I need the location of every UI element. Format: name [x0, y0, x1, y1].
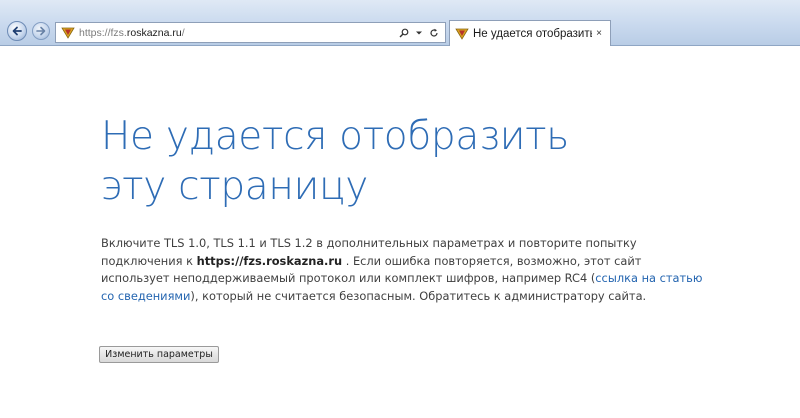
back-arrow-icon [12, 26, 22, 36]
browser-toolbar: https://fzs.roskazna.ru/ Не удается отоб… [0, 0, 800, 46]
url-suffix: / [181, 26, 185, 39]
page-title: Не удается отобразить эту страницу [101, 114, 569, 209]
host-name: https://fzs.roskazna.ru [196, 253, 343, 268]
government-emblem-icon [455, 28, 469, 40]
search-icon[interactable] [399, 28, 409, 38]
error-message: Включите TLS 1.0, TLS 1.1 и TLS 1.2 в до… [101, 235, 711, 305]
change-settings-button[interactable]: Изменить параметры [99, 346, 219, 363]
tab-active[interactable]: Не удается отобразить эту ... × [449, 20, 611, 46]
url-text[interactable]: https://fzs.roskazna.ru/ [79, 27, 399, 39]
forward-button[interactable] [32, 22, 50, 40]
address-bar[interactable]: https://fzs.roskazna.ru/ [55, 22, 446, 43]
back-button[interactable] [7, 21, 27, 41]
forward-arrow-icon [36, 26, 46, 36]
url-domain: roskazna.ru [126, 26, 182, 39]
government-emblem-icon [61, 27, 75, 39]
close-icon[interactable]: × [592, 28, 606, 39]
error-content: Не удается отобразить эту страницу Включ… [101, 112, 741, 305]
refresh-icon[interactable] [429, 28, 439, 38]
tab-title: Не удается отобразить эту ... [473, 27, 592, 40]
chevron-down-icon[interactable] [414, 28, 424, 38]
message-text: ), который не считается безопасным. Обра… [190, 288, 647, 303]
url-prefix: https://fzs. [79, 26, 127, 39]
